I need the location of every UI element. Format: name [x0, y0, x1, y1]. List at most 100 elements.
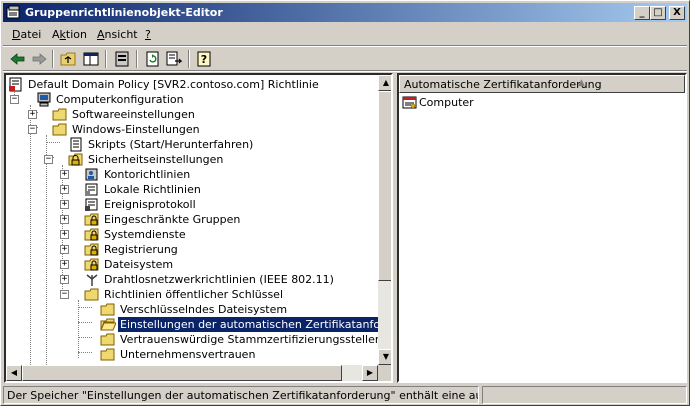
back-arrow-icon[interactable]	[8, 49, 28, 69]
tree-item[interactable]: − Richtlinien öffentlicher Schlüssel	[6, 287, 378, 302]
tree-vertical-scrollbar[interactable]: ▲ ▼	[378, 75, 391, 365]
tree-item-label: Drahtlosnetzwerkrichtlinien (IEEE 802.11…	[104, 273, 334, 286]
tree-item[interactable]: + Registrierung	[6, 242, 378, 257]
editor-window: Gruppenrichtlinienobjekt-Editor _ □ X Da…	[0, 0, 690, 406]
refresh-icon[interactable]	[143, 49, 163, 69]
menu-datei[interactable]: Datei	[12, 28, 41, 41]
scroll-down-button[interactable]: ▼	[378, 349, 391, 365]
tree-item-label: Einstellungen der automatischen Zertifik…	[117, 316, 378, 333]
tree-item[interactable]: + Dateisystem	[6, 257, 378, 272]
tree-item-label: Eingeschränkte Gruppen	[104, 213, 241, 226]
show-hide-tree-icon[interactable]	[81, 49, 101, 69]
tree-item[interactable]: + Lokale Richtlinien	[6, 182, 378, 197]
tree-item-label: Windows-Einstellungen	[72, 123, 200, 136]
folder-icon	[100, 303, 115, 316]
tree-item[interactable]: + Kontorichtlinien	[6, 167, 378, 182]
minimize-button[interactable]: _	[634, 6, 650, 20]
tree-item-label: Softwareeinstellungen	[72, 108, 195, 121]
expand-icon[interactable]: +	[60, 230, 69, 239]
status-bar: Der Speicher "Einstellungen der automati…	[3, 386, 687, 404]
tree-item[interactable]: Einstellungen der automatischen Zertifik…	[6, 316, 378, 333]
tree-item[interactable]: + Ereignisprotokoll	[6, 197, 378, 212]
scroll-left-button[interactable]: ◀	[6, 365, 22, 381]
tree-item[interactable]: + Drahtlosnetzwerkrichtlinien (IEEE 802.1…	[6, 272, 378, 287]
scroll-right-button[interactable]: ▶	[362, 365, 378, 381]
tree-item-label: Unternehmensvertrauen	[120, 348, 256, 361]
expand-icon[interactable]: +	[60, 215, 69, 224]
folder-icon	[100, 348, 115, 361]
lock-folder-icon	[84, 243, 99, 256]
collapse-icon[interactable]: −	[60, 290, 69, 299]
tree-item[interactable]: Default Domain Policy [SVR2.contoso.com]…	[6, 77, 378, 92]
tree-item-label: Dateisystem	[104, 258, 174, 271]
forward-arrow-icon[interactable]	[29, 49, 49, 69]
tree-item[interactable]: Skripts (Start/Herunterfahren)	[6, 137, 378, 152]
tree-horizontal-scrollbar[interactable]: ◀ ▶	[6, 365, 378, 381]
collapse-icon[interactable]: −	[28, 125, 37, 134]
script-icon	[70, 137, 82, 152]
collapse-icon[interactable]: −	[44, 155, 53, 164]
tree-item-label: Registrierung	[104, 243, 178, 256]
title-bar[interactable]: Gruppenrichtlinienobjekt-Editor _ □ X	[3, 3, 687, 22]
tree-item[interactable]: Unternehmensvertrauen	[6, 347, 378, 362]
up-folder-icon[interactable]	[59, 49, 79, 69]
menu-aktion[interactable]: Aktion	[52, 28, 87, 41]
toolbar-separator	[52, 50, 54, 68]
list-item-label: Computer	[419, 96, 474, 109]
tree-item-label: Verschlüsselndes Dateisystem	[120, 303, 288, 316]
close-button[interactable]: X	[669, 6, 685, 20]
menu-help[interactable]: ?	[145, 28, 151, 41]
maximize-button[interactable]: □	[650, 6, 666, 20]
expand-icon[interactable]: +	[60, 275, 69, 284]
tree-item[interactable]: Verschlüsselndes Dateisystem	[6, 302, 378, 317]
tree-pane[interactable]: Default Domain Policy [SVR2.contoso.com]…	[4, 73, 393, 383]
expand-icon[interactable]: +	[60, 245, 69, 254]
menu-separator	[3, 45, 687, 47]
tree-item-label: Richtlinien öffentlicher Schlüssel	[104, 288, 284, 301]
security-icon	[68, 153, 83, 166]
tree-item-label: Computerkonfiguration	[56, 93, 184, 106]
collapse-icon[interactable]: −	[10, 95, 19, 104]
computer-icon	[37, 92, 51, 107]
expand-icon[interactable]: +	[60, 185, 69, 194]
help-icon[interactable]: ?	[195, 49, 215, 69]
tree-item-label: Sicherheitseinstellungen	[88, 153, 224, 166]
toolbar: ?	[3, 48, 687, 70]
tree-item[interactable]: − Computerkonfiguration	[6, 92, 378, 107]
menu-ansicht[interactable]: Ansicht	[97, 28, 138, 41]
window-title: Gruppenrichtlinienobjekt-Editor	[25, 6, 223, 19]
svg-text:?: ?	[201, 53, 207, 66]
tree-item[interactable]: + Eingeschränkte Gruppen	[6, 212, 378, 227]
policy-icon	[9, 77, 22, 92]
tree-item-label: Default Domain Policy [SVR2.contoso.com]…	[28, 78, 319, 91]
tree-item[interactable]: − Windows-Einstellungen	[6, 122, 378, 137]
scroll-up-button[interactable]: ▲	[378, 75, 391, 91]
status-panel	[482, 386, 687, 404]
details-pane[interactable]: Automatische Zertifikatanforderung ▲ Com…	[397, 73, 687, 383]
tree-item[interactable]: Vertrauenswürdige Stammzertifizierungsst…	[6, 332, 378, 347]
expand-icon[interactable]: +	[28, 110, 37, 119]
wireless-antenna-icon	[86, 274, 98, 286]
menu-bar: Datei Aktion Ansicht ?	[3, 24, 687, 44]
expand-icon[interactable]: +	[60, 200, 69, 209]
column-header-label: Automatische Zertifikatanforderung	[404, 78, 602, 91]
folder-icon	[84, 288, 99, 301]
menu-label: ?	[145, 28, 151, 41]
expand-icon[interactable]: +	[60, 260, 69, 269]
export-list-icon[interactable]	[164, 49, 184, 69]
folder-open-icon	[100, 318, 116, 331]
tree-item-label: Kontorichtlinien	[104, 168, 191, 181]
scroll-thumb[interactable]	[378, 91, 391, 281]
lock-folder-icon	[84, 258, 99, 271]
menu-label: Aktion	[52, 28, 87, 41]
app-icon	[6, 5, 20, 19]
tree-item[interactable]: + Systemdienste	[6, 227, 378, 242]
tree-item-label: Lokale Richtlinien	[104, 183, 201, 196]
column-header[interactable]: Automatische Zertifikatanforderung ▲	[399, 75, 685, 93]
properties-icon[interactable]	[112, 49, 132, 69]
expand-icon[interactable]: +	[60, 170, 69, 179]
tree-item[interactable]: − Sicherheitseinstellungen	[6, 152, 378, 167]
folder-icon	[52, 108, 67, 121]
tree-item[interactable]: + Softwareeinstellungen	[6, 107, 378, 122]
scroll-thumb[interactable]	[22, 365, 342, 381]
